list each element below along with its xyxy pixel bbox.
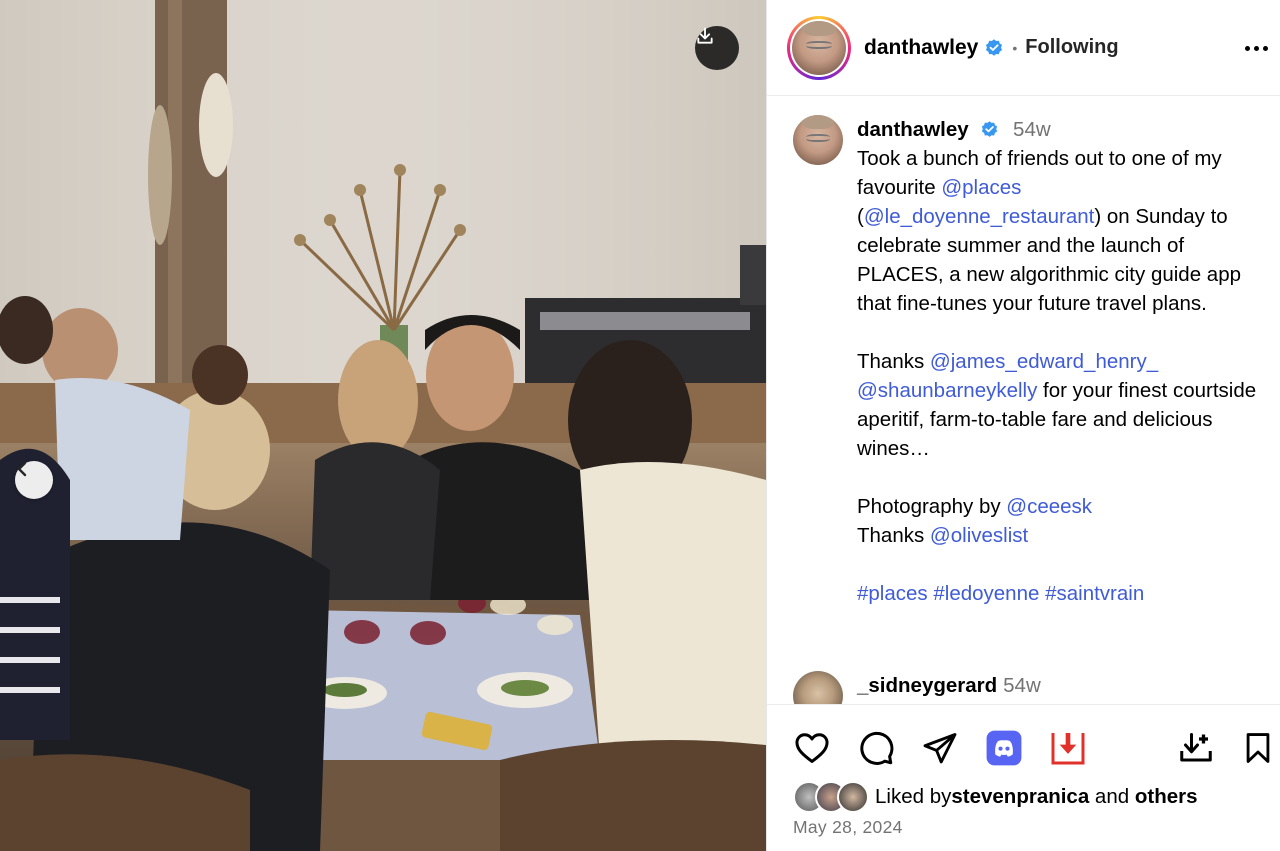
chevron-left-icon <box>17 461 27 477</box>
likes-middle: and <box>1089 785 1135 808</box>
bookmark-icon <box>1246 733 1270 763</box>
comment-item: _sidneygerard 54w <box>793 671 1041 704</box>
actions-bar: Liked by stevenpranica and others May 28… <box>767 704 1280 851</box>
liker-avatars[interactable] <box>793 781 875 813</box>
download-tray-icon <box>1180 733 1212 762</box>
more-options-button[interactable] <box>1241 36 1271 60</box>
share-button[interactable] <box>919 727 961 769</box>
comment-age: 54w <box>1003 674 1041 697</box>
download-alt-button[interactable] <box>1175 727 1217 769</box>
following-button[interactable]: Following <box>1025 36 1118 59</box>
hashtag-places[interactable]: #places <box>857 582 928 605</box>
red-download-icon <box>1051 733 1085 765</box>
caption: danthawley 54w Took a bunch of friends o… <box>793 115 1257 608</box>
caption-paragraph-4: Thanks @oliveslist <box>857 524 1029 547</box>
download-extension-button[interactable] <box>1047 727 1089 769</box>
discord-button[interactable] <box>983 727 1025 769</box>
caption-text: danthawley 54w Took a bunch of friends o… <box>857 115 1257 608</box>
dinner-photo-illustration <box>0 0 766 851</box>
discord-icon <box>986 730 1022 766</box>
comment-avatar[interactable] <box>793 671 843 704</box>
hashtag-saintvrain[interactable]: #saintvrain <box>1045 582 1144 605</box>
hashtag-ledoyenne[interactable]: #ledoyenne <box>933 582 1039 605</box>
likes-summary: Liked by stevenpranica and others <box>793 781 1198 813</box>
download-icon <box>697 27 713 44</box>
verified-badge-icon <box>986 38 1003 56</box>
post-photo[interactable] <box>0 0 766 851</box>
post-date[interactable]: May 28, 2024 <box>793 817 903 838</box>
caption-username[interactable]: danthawley <box>857 118 969 141</box>
caption-avatar[interactable] <box>793 115 843 165</box>
post-header: danthawley • Following <box>767 0 1280 96</box>
comments-section[interactable]: danthawley 54w Took a bunch of friends o… <box>767 97 1280 704</box>
likes-prefix: Liked by <box>875 785 952 808</box>
mention-ceeesk[interactable]: @ceeesk <box>1006 495 1092 518</box>
caption-paragraph-2: Thanks @james_edward_henry_ @shaunbarney… <box>857 350 1257 460</box>
mention-shaunbarneykelly[interactable]: @shaunbarneykelly <box>857 379 1037 402</box>
mention-le-doyenne-restaurant[interactable]: @le_doyenne_restaurant <box>864 205 1095 228</box>
more-icon <box>1244 45 1250 51</box>
photo-download-button[interactable] <box>695 26 739 70</box>
liked-by-others[interactable]: others <box>1135 785 1198 809</box>
send-icon <box>923 733 957 764</box>
separator-dot: • <box>1012 39 1018 56</box>
verified-badge-icon <box>982 121 998 137</box>
comment-username[interactable]: _sidneygerard <box>857 674 997 697</box>
caption-paragraph-1: Took a bunch of friends out to one of my… <box>857 147 1242 315</box>
author-username[interactable]: danthawley <box>864 36 978 60</box>
caption-age: 54w <box>1013 118 1051 141</box>
carousel-prev-button[interactable] <box>15 461 53 499</box>
mention-places[interactable]: @places <box>941 176 1021 199</box>
mention-oliveslist[interactable]: @oliveslist <box>930 524 1028 547</box>
mention-james-edward-henry[interactable]: @james_edward_henry_ <box>930 350 1158 373</box>
author-avatar[interactable] <box>787 15 851 80</box>
comment-icon <box>860 731 894 765</box>
save-button[interactable] <box>1237 727 1279 769</box>
post-side-panel: danthawley • Following danthawley 54w To… <box>766 0 1280 851</box>
caption-paragraph-3: Photography by @ceeesk <box>857 495 1093 518</box>
comment-button[interactable] <box>855 727 897 769</box>
liked-by-user[interactable]: stevenpranica <box>951 785 1089 809</box>
heart-icon <box>795 733 829 763</box>
caption-hashtags: #places #ledoyenne #saintvrain <box>857 579 1257 608</box>
like-button[interactable] <box>791 727 833 769</box>
